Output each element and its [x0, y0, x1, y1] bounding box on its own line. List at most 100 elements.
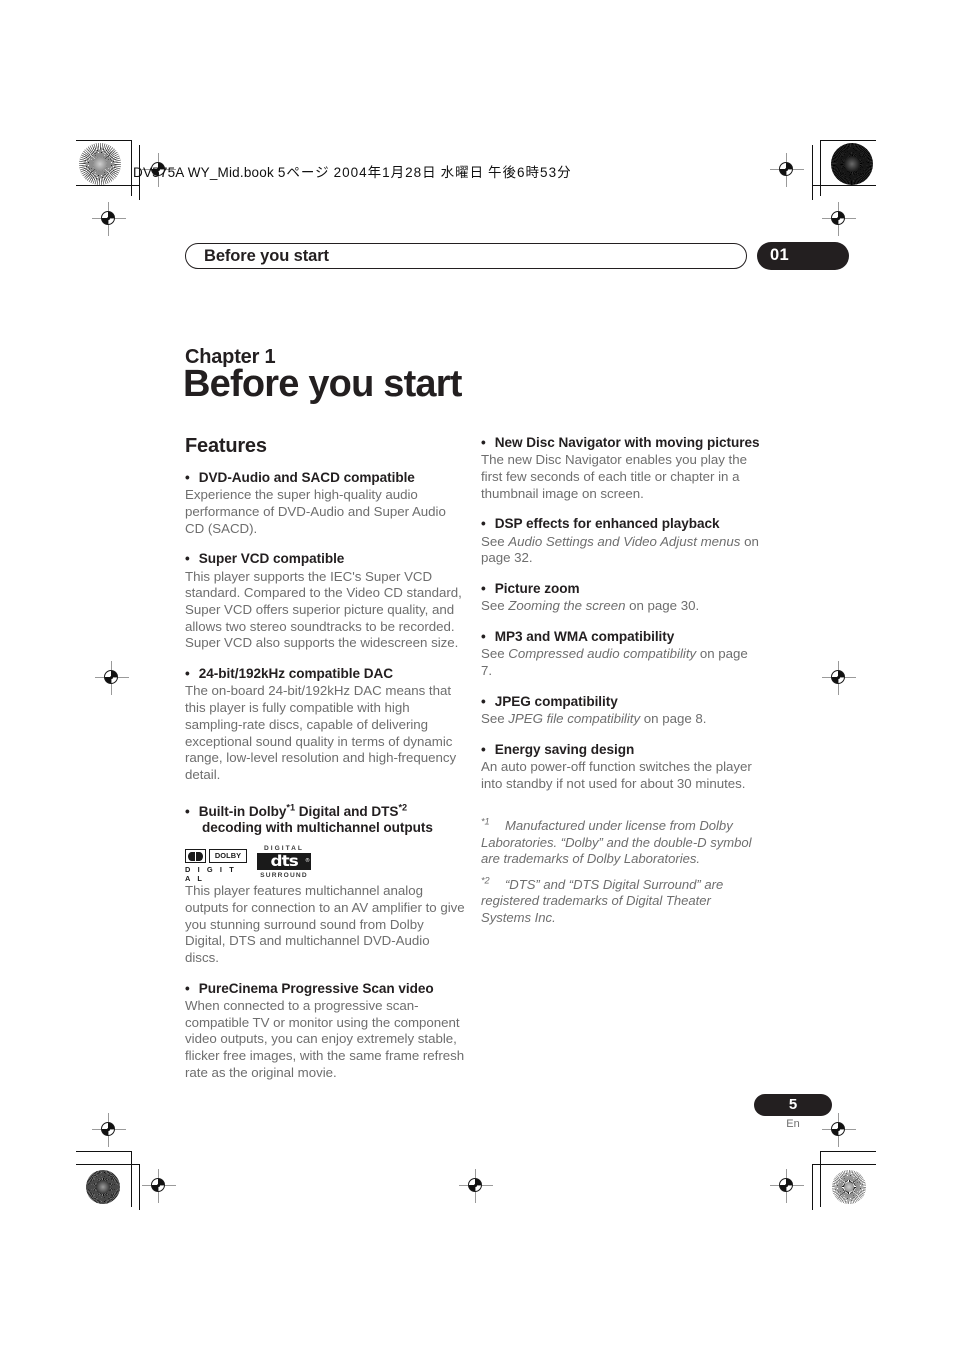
density-patch-top-left: [79, 143, 121, 185]
chapter-number-badge: 01: [757, 242, 849, 270]
bullet-icon: •: [481, 516, 495, 532]
feature-heading-text: JPEG compatibility: [494, 693, 618, 709]
feature-heading-text: New Disc Navigator with moving pictures: [494, 435, 760, 450]
feature-super-vcd: •Super VCD compatible This player suppor…: [185, 551, 465, 652]
bullet-icon: •: [185, 980, 199, 996]
dts-surround-logo: DIGITAL dts ® SURROUND: [257, 845, 311, 880]
page-number: 5: [788, 1096, 798, 1113]
feature-dolby-dts-decoding: •Built-in Dolby*1 Digital and DTS*2 deco…: [185, 802, 465, 967]
crop-mark-top-right-h1: [820, 140, 876, 142]
left-column: Features •DVD-Audio and SACD compatible …: [185, 435, 465, 1095]
bullet-icon: •: [481, 435, 495, 450]
cross-reference-target: Zooming the screen: [508, 598, 626, 614]
feature-heading-text: Energy saving design: [494, 741, 635, 757]
cross-reference-prefix: See: [481, 598, 509, 614]
bullet-icon: •: [185, 551, 199, 567]
crop-mark-bottom-right-h1: [820, 1151, 876, 1153]
dolby-wordmark: DOLBY: [209, 849, 247, 864]
crop-mark-bottom-left-h1: [76, 1151, 132, 1153]
feature-heading: •PureCinema Progressive Scan video: [185, 981, 465, 997]
cross-reference-suffix: on page 8.: [640, 711, 707, 727]
print-file-slug: DV575A WY_Mid.book 5ページ 2004年1月28日 水曜日 午…: [133, 161, 572, 181]
dolby-double-d-icon: [185, 849, 206, 864]
registration-mark-bottom-center: [459, 1169, 493, 1203]
cross-reference-prefix: See: [481, 711, 509, 727]
feature-mp3-wma: •MP3 and WMA compatibility See Compresse…: [481, 629, 761, 680]
feature-heading: •Energy saving design: [481, 742, 761, 758]
running-head-bar: Before you start: [185, 243, 747, 269]
chapter-number-label: 01: [770, 246, 789, 264]
registration-mark-top-right: [770, 153, 804, 187]
bullet-icon: •: [185, 470, 199, 485]
page-number-badge: 5: [754, 1094, 832, 1116]
document-page: DV575A WY_Mid.book 5ページ 2004年1月28日 水曜日 午…: [0, 0, 954, 1351]
slug-weekday: 水曜日: [440, 165, 485, 180]
dts-registered-mark: ®: [305, 857, 310, 864]
bullet-icon: •: [185, 666, 199, 682]
feature-body: See JPEG file compatibility on page 8.: [481, 711, 761, 728]
feature-heading-text: MP3 and WMA compatibility: [494, 629, 675, 645]
page-title: Before you start: [183, 363, 462, 405]
feature-heading: •DSP effects for enhanced playback: [481, 516, 761, 532]
feature-24bit-dac: •24-bit/192kHz compatible DAC The on-boa…: [185, 666, 465, 783]
feature-body: Experience the super high-quality audio …: [185, 487, 446, 536]
right-column: •New Disc Navigator with moving pictures…: [481, 435, 761, 935]
feature-heading-text-part3: decoding with multichannel outputs: [202, 819, 433, 835]
feature-body: The on-board 24-bit/192kHz DAC means tha…: [185, 683, 457, 782]
dolby-digital-logo: DOLBY D I G I T A L: [185, 849, 247, 883]
feature-heading-text: DSP effects for enhanced playback: [494, 516, 720, 532]
dolby-digital-subtext: D I G I T A L: [185, 864, 237, 883]
registration-mark-upper-right: [822, 202, 856, 236]
crop-mark-bottom-left-h2: [76, 1164, 140, 1166]
bullet-icon: •: [481, 741, 495, 757]
crop-mark-bottom-left-v1: [130, 1151, 132, 1207]
dts-wordmark: dts: [270, 852, 298, 871]
registration-mark-lower-left: [92, 1113, 126, 1147]
crop-mark-top-right-h2: [812, 185, 876, 187]
feature-heading: •Super VCD compatible: [185, 551, 465, 567]
feature-heading: •24-bit/192kHz compatible DAC: [185, 666, 465, 682]
density-patch-top-right: [831, 143, 873, 185]
cross-reference-prefix: See: [481, 533, 509, 549]
crop-mark-top-right-v1: [820, 140, 822, 196]
registration-mark-upper-left: [92, 202, 126, 236]
bullet-icon: •: [185, 803, 199, 819]
feature-body: The new Disc Navigator enables you play …: [481, 452, 747, 501]
slug-time: 午後6時53分: [488, 165, 572, 180]
cross-reference-target: JPEG file compatibility: [508, 711, 641, 727]
crop-mark-bottom-right-v1: [820, 1151, 822, 1207]
feature-heading: •Picture zoom: [481, 581, 761, 597]
feature-body: An auto power-off function switches the …: [481, 759, 752, 791]
feature-energy-saving: •Energy saving design An auto power-off …: [481, 742, 761, 793]
feature-body: This player supports the IEC's Super VCD…: [185, 568, 462, 651]
cross-reference-prefix: See: [481, 646, 509, 662]
feature-dvd-audio-sacd: •DVD-Audio and SACD compatible Experienc…: [185, 470, 465, 537]
feature-heading-text: PureCinema Progressive Scan video: [198, 980, 434, 996]
slug-page-marker: 5ページ: [277, 165, 330, 180]
feature-heading: •New Disc Navigator with moving pictures: [481, 435, 761, 451]
registration-mark-bottom-left: [142, 1169, 176, 1203]
footnote-ref-2: *2: [398, 802, 408, 813]
running-head-title: Before you start: [204, 247, 329, 265]
cross-reference-target: Audio Settings and Video Adjust menus: [508, 533, 741, 549]
crop-mark-bottom-right-h2: [812, 1164, 876, 1166]
footnote-marker: *2: [481, 875, 490, 886]
density-patch-bottom-left: [86, 1170, 120, 1204]
feature-dsp-effects: •DSP effects for enhanced playback See A…: [481, 516, 761, 567]
slug-date: 2004年1月28日: [333, 165, 437, 180]
footnote-2: *2 “DTS” and “DTS Digital Surround” are …: [481, 875, 761, 926]
audio-format-logos: DOLBY D I G I T A L DIGITAL dts ® SURROU…: [185, 845, 465, 883]
cross-reference-target: Compressed audio compatibility: [508, 646, 697, 662]
feature-heading: •Built-in Dolby*1 Digital and DTS*2 deco…: [185, 802, 465, 837]
feature-body: See Audio Settings and Video Adjust menu…: [481, 534, 761, 567]
language-code: En: [786, 1118, 800, 1130]
bullet-icon: •: [481, 581, 495, 597]
registration-mark-middle-right: [822, 661, 856, 695]
slug-filename: DV575A WY_Mid.book: [133, 165, 274, 180]
feature-jpeg: •JPEG compatibility See JPEG file compat…: [481, 694, 761, 728]
feature-heading-text: Picture zoom: [494, 581, 580, 597]
bullet-icon: •: [481, 629, 495, 645]
feature-body: See Zooming the screen on page 30.: [481, 598, 761, 615]
footnote-marker: *1: [481, 817, 490, 828]
feature-disc-navigator: •New Disc Navigator with moving pictures…: [481, 435, 761, 502]
